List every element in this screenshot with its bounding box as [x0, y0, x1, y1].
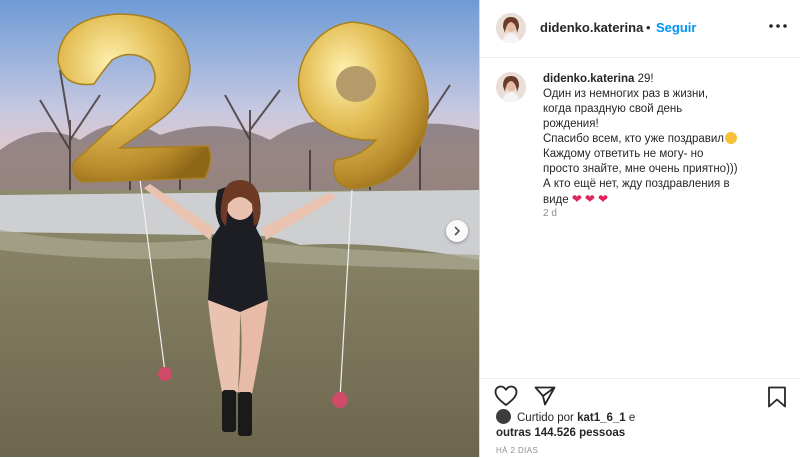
liked-others[interactable]: outras 144.526 pessoas: [496, 427, 625, 439]
caption-line: просто знайте, мне очень приятно))): [543, 163, 738, 175]
post-side-panel: didenko.katerina • Seguir didenko.kateri…: [480, 0, 800, 457]
avatar[interactable]: [496, 13, 526, 43]
caption-line: когда праздную свой день: [543, 103, 683, 115]
caption-line: А кто ещё нет, жду поздравления в: [543, 178, 730, 190]
bookmark-icon: [768, 386, 786, 408]
heart-emoji-icon: ❤: [571, 192, 582, 206]
follow-button[interactable]: Seguir: [656, 20, 696, 35]
chevron-right-icon: [454, 226, 461, 236]
caption-text: didenko.katerina 29! Один из немногих ра…: [543, 72, 783, 208]
post-actions: Curtido por kat1_6_1 e outras 144.526 pe…: [480, 378, 800, 458]
liked-and: e: [628, 412, 636, 424]
photo-image: [0, 0, 479, 457]
save-button[interactable]: [767, 386, 787, 413]
post-header: didenko.katerina • Seguir: [480, 0, 800, 58]
heart-outline-icon: [494, 385, 518, 406]
heart-emoji-icon: ❤: [597, 192, 609, 206]
heart-emoji-icon: ❤: [584, 192, 595, 206]
separator-dot: •: [646, 20, 651, 35]
header-username[interactable]: didenko.katerina: [540, 20, 643, 35]
caption-line-0: didenko.katerina 29!: [543, 72, 783, 87]
liked-prefix: Curtido por: [517, 412, 574, 424]
caption-line: виде: [543, 194, 569, 206]
avatar-image: [496, 13, 526, 43]
caption-avatar[interactable]: [496, 72, 526, 102]
send-icon: [534, 386, 556, 406]
caption: didenko.katerina 29! Один из немногих ра…: [480, 58, 800, 378]
caption-username[interactable]: didenko.katerina: [543, 73, 634, 85]
likes-summary: Curtido por kat1_6_1 e outras 144.526 pe…: [496, 409, 635, 441]
next-photo-button[interactable]: [446, 220, 468, 242]
caption-line: Один из немногих раз в жизни,: [543, 88, 709, 100]
caption-line: рождения!: [543, 118, 599, 130]
share-button[interactable]: [534, 386, 556, 411]
avatar-image: [496, 72, 526, 102]
post-photo[interactable]: [0, 0, 479, 457]
liker-avatar[interactable]: [496, 409, 511, 424]
caption-first: 29!: [637, 73, 654, 85]
caption-line: Спасибо всем, кто уже поздравил: [543, 133, 725, 145]
like-button[interactable]: [494, 385, 518, 412]
post-date[interactable]: HÁ 2 DIAS: [496, 446, 538, 455]
comment-time[interactable]: 2 d: [543, 208, 557, 219]
caption-line-wrap: виде ❤ ❤ ❤: [543, 192, 783, 208]
more-horizontal-icon: [769, 24, 787, 28]
smile-emoji-icon: [725, 132, 738, 144]
caption-line: Каждому ответить не могу- но: [543, 148, 704, 160]
more-options-button[interactable]: [766, 16, 790, 36]
caption-line-wrap: Спасибо всем, кто уже поздравил: [543, 132, 783, 147]
liked-user[interactable]: kat1_6_1: [577, 412, 626, 424]
